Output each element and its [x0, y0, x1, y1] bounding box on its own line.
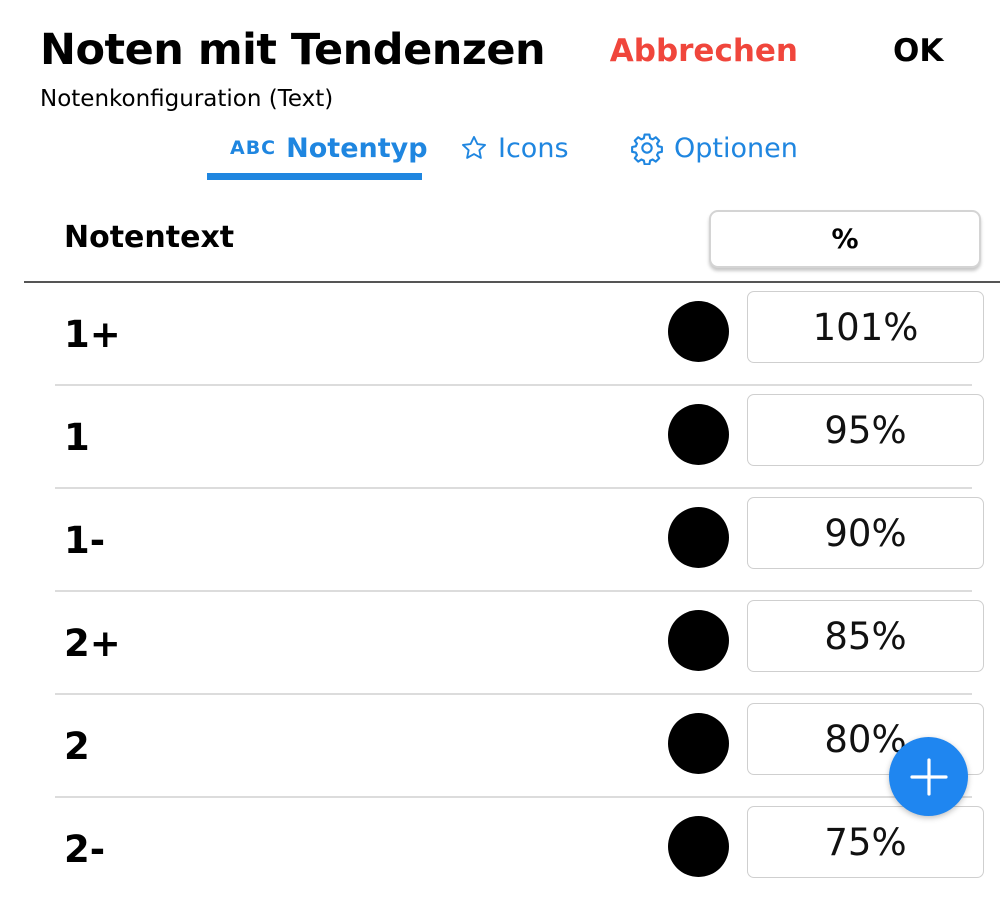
grade-row: 2+ 85% [0, 592, 1000, 695]
grade-percent-field[interactable]: 101% [747, 291, 984, 363]
tab-icons[interactable]: Icons [460, 126, 569, 170]
tab-notentyp-label: Notentyp [286, 132, 428, 164]
active-tab-indicator [207, 173, 422, 180]
page-title: Noten mit Tendenzen [40, 25, 546, 75]
percent-toggle-button[interactable]: % [709, 210, 981, 268]
page-subtitle: Notenkonfiguration (Text) [40, 86, 334, 112]
grade-color-swatch[interactable] [668, 301, 729, 362]
grade-color-swatch[interactable] [668, 404, 729, 465]
grade-row: 1+ 101% [0, 283, 1000, 386]
grade-percent-field[interactable]: 85% [747, 600, 984, 672]
plus-icon [909, 757, 948, 796]
grade-row: 2 80% [0, 695, 1000, 798]
grade-color-swatch[interactable] [668, 507, 729, 568]
grade-color-swatch[interactable] [668, 713, 729, 774]
star-icon [461, 135, 487, 159]
grade-row: 2- 75% [0, 798, 1000, 901]
grade-label[interactable]: 2+ [64, 592, 121, 695]
grade-label[interactable]: 1 [64, 386, 90, 489]
grade-row: 1 95% [0, 386, 1000, 489]
ok-button[interactable]: OK [893, 28, 943, 74]
grade-label[interactable]: 1- [64, 489, 105, 592]
tab-notentyp[interactable]: ABC Notentyp [230, 126, 428, 170]
grade-row: 1- 90% [0, 489, 1000, 592]
grade-label[interactable]: 2- [64, 798, 105, 901]
tab-icons-label: Icons [498, 132, 569, 164]
grade-color-swatch[interactable] [668, 610, 729, 671]
notentext-column-header: Notentext [64, 220, 235, 255]
grade-label[interactable]: 1+ [64, 283, 121, 386]
abc-icon: ABC [230, 137, 277, 159]
tab-optionen-label: Optionen [674, 132, 798, 164]
grade-color-swatch[interactable] [668, 816, 729, 877]
tab-optionen[interactable]: Optionen [630, 126, 798, 170]
add-grade-button[interactable] [889, 737, 968, 816]
grade-list: 1+ 101% 1 95% 1- 90% 2+ 85% 2 80% 2- 75% [0, 283, 1000, 901]
grade-label[interactable]: 2 [64, 695, 90, 798]
cancel-button[interactable]: Abbrechen [610, 28, 798, 74]
grade-percent-field[interactable]: 90% [747, 497, 984, 569]
grade-percent-field[interactable]: 75% [747, 806, 984, 878]
gear-icon [631, 133, 663, 165]
grade-percent-field[interactable]: 95% [747, 394, 984, 466]
